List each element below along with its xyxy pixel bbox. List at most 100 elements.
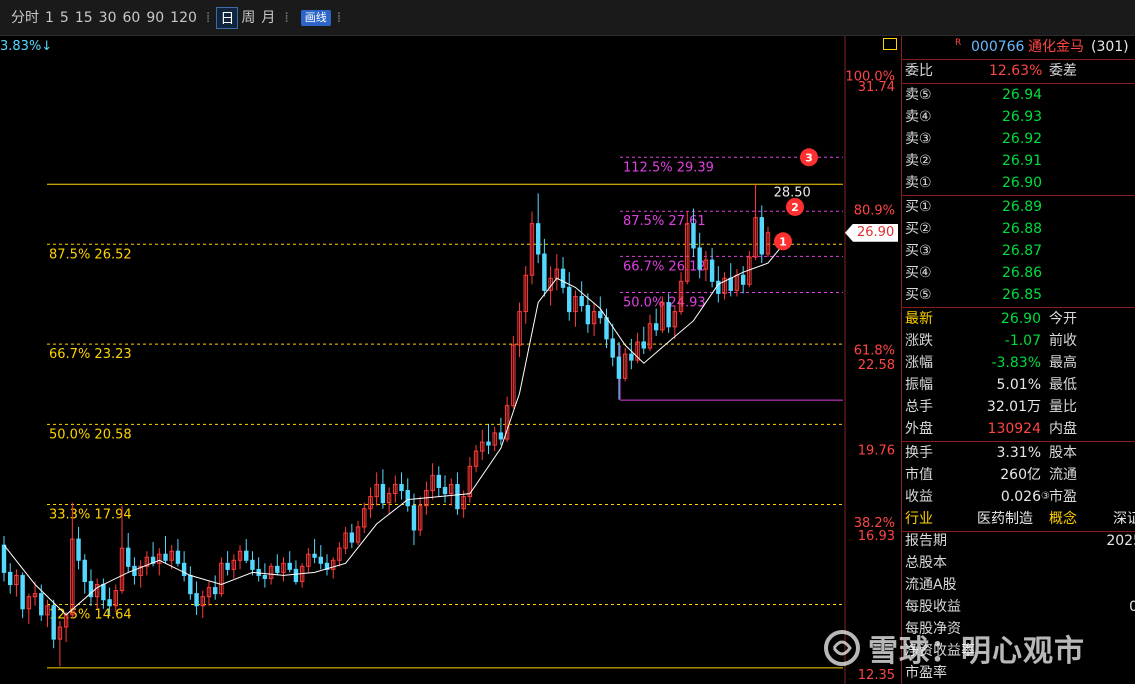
more-options-icon[interactable]: ⁞ (278, 10, 294, 26)
kline-chart-svg[interactable]: 3.83%↓ 87.5% 26.52 66.7% 23.23 50.0% 20.58 3… (0, 36, 900, 684)
stat-label: 涨跌 (905, 333, 933, 349)
ask-price: 26.93 (1002, 109, 1043, 125)
candle-body (318, 556, 323, 564)
period-tab-3[interactable]: 15 (72, 7, 96, 29)
candle-body (405, 490, 410, 507)
stat2-label: 收益 (905, 489, 933, 505)
quote-stat-row: 涨跌 -1.07 前收 (902, 330, 1135, 352)
period-tab-1[interactable]: 1 (42, 7, 57, 29)
period-tab-7[interactable]: 120 (167, 7, 200, 29)
period-tab-9[interactable]: 周 (238, 7, 258, 29)
stat-value: 130924 (987, 421, 1041, 437)
ask-price: 26.92 (1002, 131, 1043, 147)
bid-row: 买④ 26.86 (902, 262, 1135, 284)
candle-body (20, 574, 25, 610)
candle-body (399, 483, 404, 492)
candle-body (188, 574, 193, 595)
candle-body (579, 295, 584, 307)
quote-stat-row: 涨幅 -3.83% 最高 (902, 352, 1135, 374)
ask-label: 卖③ (905, 131, 932, 147)
expand-icon[interactable] (883, 38, 897, 50)
stock-suffix: (301) (1091, 39, 1129, 55)
quote-stat2-row: 收益 0.026 ③ 市盈 (902, 486, 1135, 508)
candle-body (629, 353, 634, 361)
stat2-value: 3.31% (996, 445, 1041, 461)
ask-row: 卖① 26.90 (902, 172, 1135, 194)
candle-body (101, 584, 106, 601)
bid-price: 26.85 (1002, 287, 1043, 303)
candle-body (560, 268, 566, 288)
candle-body (76, 538, 81, 561)
more-options-icon[interactable]: ⁞ (331, 10, 347, 26)
candle-body (411, 505, 417, 531)
candle-body (82, 559, 87, 583)
report-value: 2025 (1106, 533, 1135, 549)
xueqiu-logo-icon (824, 630, 860, 666)
period-toolbar: 分时 1 5 15 30 60 90 120 ⁞ 日周月 ⁞ 画线 ⁞ (0, 0, 1135, 36)
quote-stat-row: 最新 26.90 今开 (902, 308, 1135, 330)
marker-number: 2 (791, 201, 799, 214)
stat2-label2: 股本 (1049, 445, 1077, 461)
candle-body (691, 223, 696, 249)
ask-row: 卖④ 26.93 (902, 106, 1135, 128)
finance-value: 0 (1129, 596, 1135, 618)
period-tab-5[interactable]: 60 (120, 7, 144, 29)
stat-value: 5.01% (996, 377, 1041, 393)
draw-line-button[interactable]: 画线 (300, 9, 331, 26)
candle-body (653, 323, 659, 331)
stat-label2: 最低 (1049, 377, 1077, 393)
watermark: 雪球：明心观市 (868, 634, 1085, 669)
candle-body (250, 559, 255, 570)
stat2-label2: 流通 (1049, 467, 1077, 483)
bid-row: 买⑤ 26.85 (902, 284, 1135, 306)
candle-body (542, 253, 547, 291)
industry-row: 行业 医药制造概念 深证 (902, 508, 1135, 530)
report-label: 报告期 (905, 533, 947, 549)
stat2-label2: 市盈 (1049, 489, 1077, 505)
candle-body (275, 565, 280, 573)
high-price-label: 28.50 (774, 185, 811, 200)
period-tab-8[interactable]: 日 (216, 6, 239, 29)
ask-price: 26.90 (1002, 175, 1043, 191)
candle-body (349, 532, 355, 543)
candle-body (436, 474, 442, 489)
candle-body (1, 544, 7, 573)
quote-stat2-row: 市值 260亿 流通 (902, 464, 1135, 486)
period-tab-10[interactable]: 月 (258, 7, 278, 29)
bid-row: 买① 26.89 (902, 196, 1135, 218)
stat2-label: 市值 (905, 467, 933, 483)
period-tab-4[interactable]: 30 (96, 7, 120, 29)
stat-label: 涨幅 (905, 355, 933, 371)
axis-price-label: 61.8% (854, 344, 895, 359)
kline-chart[interactable]: 3.83%↓ 87.5% 26.52 66.7% 23.23 50.0% 20.58 3… (0, 36, 900, 684)
stat2-value: 260亿 (1000, 467, 1041, 483)
stat-value: -3.83% (991, 355, 1041, 371)
period-tab-2[interactable]: 5 (57, 7, 72, 29)
candle-body (598, 311, 603, 319)
stock-code: 000766 (971, 39, 1025, 55)
ask-label: 卖① (905, 175, 932, 191)
period-tab-0[interactable]: 分时 (8, 7, 42, 29)
finance-row: 流通A股 (902, 574, 1135, 596)
finance-label: 每股收益 (905, 599, 961, 615)
period-tab-6[interactable]: 90 (143, 7, 167, 29)
candle-body (293, 568, 299, 583)
candle-body (604, 317, 609, 340)
more-options-icon[interactable]: ⁞ (200, 10, 216, 26)
bid-price: 26.89 (1002, 199, 1043, 215)
quote-stat-row: 振幅 5.01% 最低 (902, 374, 1135, 396)
candle-body (709, 259, 715, 282)
stat-value: 32.01万 (986, 399, 1041, 415)
ask-price: 26.91 (1002, 153, 1043, 169)
fib-level-label: 50.0% 20.58 (49, 427, 132, 442)
candle-body (51, 605, 56, 640)
ask-label: 卖⑤ (905, 87, 932, 103)
candle-body (641, 341, 646, 349)
stat-label2: 最高 (1049, 355, 1077, 371)
axis-price-label: 12.35 (858, 668, 895, 683)
quote-stat-row: 外盘 130924 内盘 (902, 418, 1135, 440)
bid-price: 26.88 (1002, 221, 1043, 237)
stat-label2: 前收 (1049, 333, 1077, 349)
candle-body (666, 302, 671, 328)
finance-row: 总股本 (902, 552, 1135, 574)
